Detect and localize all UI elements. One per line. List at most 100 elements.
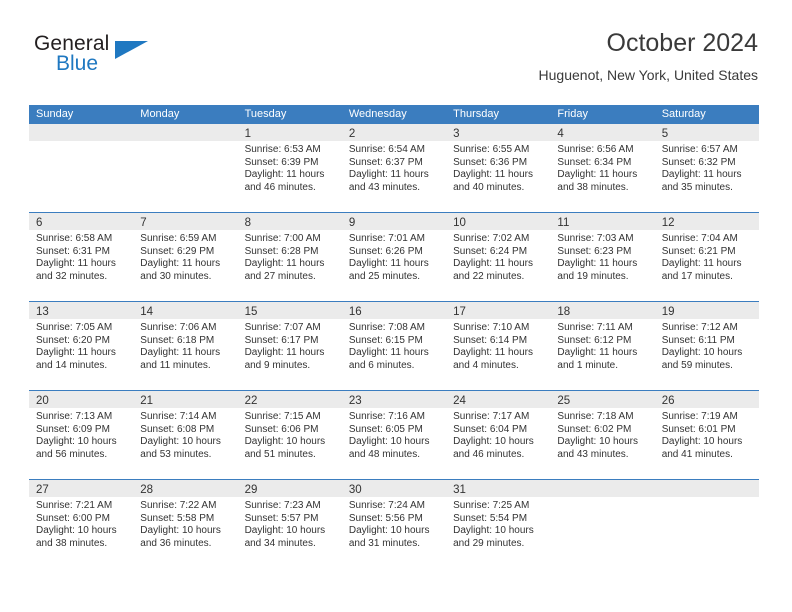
day-details: Sunrise: 6:53 AM Sunset: 6:39 PM Daylight:…: [238, 141, 342, 194]
calendar-day-cell[interactable]: 17 Sunrise: 7:10 AM Sunset: 6:14 PM Dayligh…: [446, 302, 551, 390]
day-details: Sunrise: 7:00 AM Sunset: 6:28 PM Daylight:…: [238, 230, 342, 283]
calendar-day-cell[interactable]: 30 Sunrise: 7:24 AM Sunset: 5:56 PM Dayligh…: [341, 480, 447, 568]
brand-name-blue: Blue: [56, 52, 99, 75]
day-number: 2: [348, 128, 356, 140]
sunset-text: Sunset: 6:12 PM: [557, 334, 632, 346]
calendar-day-cell[interactable]: 3 Sunrise: 6:55 AM Sunset: 6:36 PM Daylight…: [446, 124, 551, 212]
calendar-weeks: 1 Sunrise: 6:53 AM Sunset: 6:39 PM Daylight…: [29, 124, 759, 568]
daylight-text: Daylight: 11 hours and 22 minutes.: [453, 258, 533, 282]
day-details: Sunrise: 7:04 AM Sunset: 6:21 PM Daylight:…: [655, 230, 759, 283]
calendar-day-cell[interactable]: 31 Sunrise: 7:25 AM Sunset: 5:54 PM Dayligh…: [446, 480, 551, 568]
calendar-day-cell[interactable]: 25 Sunrise: 7:18 AM Sunset: 6:02 PM Dayligh…: [550, 391, 655, 479]
calendar-day-cell[interactable]: 13 Sunrise: 7:05 AM Sunset: 6:20 PM Dayligh…: [29, 302, 134, 390]
sunset-text: Sunset: 5:57 PM: [244, 512, 319, 524]
day-number-strip: 23: [341, 391, 447, 408]
calendar-day-cell[interactable]: 12 Sunrise: 7:04 AM Sunset: 6:21 PM Dayligh…: [654, 213, 759, 301]
calendar-day-cell[interactable]: 11 Sunrise: 7:03 AM Sunset: 6:23 PM Dayligh…: [550, 213, 655, 301]
day-details: Sunrise: 7:18 AM Sunset: 6:02 PM Daylight:…: [550, 408, 654, 461]
calendar-day-cell[interactable]: 14 Sunrise: 7:06 AM Sunset: 6:18 PM Dayligh…: [133, 302, 238, 390]
daylight-text: Daylight: 10 hours and 34 minutes.: [244, 525, 326, 549]
sunrise-text: Sunrise: 7:07 AM: [244, 322, 321, 333]
calendar-day-cell[interactable]: 6 Sunrise: 6:58 AM Sunset: 6:31 PM Daylight…: [29, 213, 134, 301]
day-number: 18: [557, 306, 571, 318]
calendar-grid: Sunday Monday Tuesday Wednesday Thursday Frid…: [29, 105, 759, 568]
calendar-day-cell[interactable]: 2 Sunrise: 6:54 AM Sunset: 6:37 PM Daylight…: [341, 124, 447, 212]
calendar-day-cell[interactable]: 9 Sunrise: 7:01 AM Sunset: 6:26 PM Daylight…: [341, 213, 447, 301]
sunrise-text: Sunrise: 7:16 AM: [348, 411, 425, 422]
daylight-text: Daylight: 11 hours and 6 minutes.: [348, 347, 429, 371]
weekday-header-monday: Monday: [140, 108, 180, 120]
brand-logo[interactable]: General Blue: [34, 32, 194, 88]
calendar-day-cell[interactable]: 20 Sunrise: 7:13 AM Sunset: 6:09 PM Dayligh…: [29, 391, 134, 479]
weekday-header-thursday: Thursday: [453, 108, 499, 120]
calendar-day-cell[interactable]: 4 Sunrise: 6:56 AM Sunset: 6:34 PM Daylight…: [550, 124, 655, 212]
calendar-day-cell[interactable]: 22 Sunrise: 7:15 AM Sunset: 6:06 PM Dayligh…: [237, 391, 342, 479]
sunset-text: Sunset: 6:06 PM: [244, 423, 319, 435]
day-details: Sunrise: 7:14 AM Sunset: 6:08 PM Daylight:…: [133, 408, 237, 461]
sunrise-text: Sunrise: 7:24 AM: [348, 500, 425, 511]
sunrise-text: Sunrise: 7:05 AM: [36, 322, 113, 333]
calendar-week-row: 27 Sunrise: 7:21 AM Sunset: 6:00 PM Dayligh…: [29, 479, 759, 568]
day-number-strip: 26: [654, 391, 759, 408]
calendar-day-cell[interactable]: 28 Sunrise: 7:22 AM Sunset: 5:58 PM Dayligh…: [133, 480, 238, 568]
day-details: Sunrise: 7:11 AM Sunset: 6:12 PM Daylight:…: [550, 319, 654, 372]
daylight-text: Daylight: 10 hours and 36 minutes.: [140, 525, 221, 549]
sunrise-text: Sunrise: 6:53 AM: [244, 144, 321, 155]
daylight-text: Daylight: 10 hours and 56 minutes.: [36, 436, 117, 460]
day-details: Sunrise: 7:15 AM Sunset: 6:06 PM Daylight:…: [238, 408, 342, 461]
day-number-strip: 11: [550, 213, 655, 230]
daylight-text: Daylight: 11 hours and 9 minutes.: [244, 347, 325, 371]
calendar-day-cell[interactable]: 15 Sunrise: 7:07 AM Sunset: 6:17 PM Dayligh…: [237, 302, 342, 390]
day-number: 17: [453, 306, 466, 318]
calendar-day-cell[interactable]: 29 Sunrise: 7:23 AM Sunset: 5:57 PM Dayligh…: [237, 480, 342, 568]
sunrise-text: Sunrise: 7:10 AM: [453, 322, 530, 333]
day-details: Sunrise: 7:22 AM Sunset: 5:58 PM Daylight:…: [133, 497, 237, 550]
sunset-text: Sunset: 6:20 PM: [36, 334, 110, 346]
sunrise-text: Sunrise: 7:14 AM: [140, 411, 217, 422]
daylight-text: Daylight: 11 hours and 4 minutes.: [453, 347, 533, 371]
day-number-strip: 9: [341, 213, 447, 230]
sunset-text: Sunset: 6:34 PM: [557, 156, 632, 168]
day-number: 25: [557, 395, 571, 407]
sunset-text: Sunset: 6:32 PM: [661, 156, 736, 168]
calendar-day-cell[interactable]: 26 Sunrise: 7:19 AM Sunset: 6:01 PM Dayligh…: [654, 391, 759, 479]
sunset-text: Sunset: 6:02 PM: [557, 423, 632, 435]
day-number-strip: 17: [446, 302, 551, 319]
calendar-day-cell[interactable]: 23 Sunrise: 7:16 AM Sunset: 6:05 PM Dayligh…: [341, 391, 447, 479]
sunset-text: Sunset: 5:58 PM: [140, 512, 215, 524]
sunset-text: Sunset: 5:56 PM: [348, 512, 423, 524]
sunrise-text: Sunrise: 6:56 AM: [557, 144, 634, 155]
sunset-text: Sunset: 6:00 PM: [36, 512, 110, 524]
daylight-text: Daylight: 10 hours and 38 minutes.: [36, 525, 117, 549]
sunrise-text: Sunrise: 7:01 AM: [348, 233, 425, 244]
calendar-day-cell[interactable]: 27 Sunrise: 7:21 AM Sunset: 6:00 PM Dayligh…: [29, 480, 134, 568]
daylight-text: Daylight: 11 hours and 25 minutes.: [348, 258, 429, 282]
sunset-text: Sunset: 6:37 PM: [348, 156, 423, 168]
calendar-day-cell[interactable]: 5 Sunrise: 6:57 AM Sunset: 6:32 PM Daylight…: [654, 124, 759, 212]
day-number: 21: [140, 395, 154, 407]
calendar-day-cell[interactable]: 10 Sunrise: 7:02 AM Sunset: 6:24 PM Dayligh…: [446, 213, 551, 301]
day-details: Sunrise: 6:54 AM Sunset: 6:37 PM Daylight:…: [342, 141, 446, 194]
calendar-day-cell[interactable]: 1 Sunrise: 6:53 AM Sunset: 6:39 PM Daylight…: [237, 124, 342, 212]
calendar-day-cell[interactable]: 8 Sunrise: 7:00 AM Sunset: 6:28 PM Daylight…: [237, 213, 342, 301]
calendar-day-cell[interactable]: 21 Sunrise: 7:14 AM Sunset: 6:08 PM Dayligh…: [133, 391, 238, 479]
weekday-header-friday: Friday: [557, 108, 588, 120]
calendar-day-cell[interactable]: 16 Sunrise: 7:08 AM Sunset: 6:15 PM Dayligh…: [341, 302, 447, 390]
sunrise-text: Sunrise: 7:22 AM: [140, 500, 217, 511]
daylight-text: Daylight: 10 hours and 53 minutes.: [140, 436, 221, 460]
calendar-day-cell[interactable]: 24 Sunrise: 7:17 AM Sunset: 6:04 PM Dayligh…: [446, 391, 551, 479]
daylight-text: Daylight: 11 hours and 27 minutes.: [244, 258, 325, 282]
calendar-day-cell[interactable]: 18 Sunrise: 7:11 AM Sunset: 6:12 PM Dayligh…: [550, 302, 655, 390]
calendar-day-cell[interactable]: 7 Sunrise: 6:59 AM Sunset: 6:29 PM Daylight…: [133, 213, 238, 301]
day-details: Sunrise: 7:03 AM Sunset: 6:23 PM Daylight:…: [550, 230, 654, 283]
sunset-text: Sunset: 6:23 PM: [557, 245, 632, 257]
daylight-text: Daylight: 10 hours and 41 minutes.: [661, 436, 743, 460]
day-number: 11: [557, 217, 570, 229]
sunset-text: Sunset: 6:05 PM: [348, 423, 423, 435]
sunset-text: Sunset: 6:11 PM: [661, 334, 735, 346]
day-details: Sunrise: 7:21 AM Sunset: 6:00 PM Daylight:…: [29, 497, 133, 550]
sunrise-text: Sunrise: 6:58 AM: [36, 233, 113, 244]
day-number: 4: [557, 128, 564, 140]
calendar-day-cell[interactable]: 19 Sunrise: 7:12 AM Sunset: 6:11 PM Dayligh…: [654, 302, 759, 390]
day-details: Sunrise: 7:07 AM Sunset: 6:17 PM Daylight:…: [238, 319, 342, 372]
